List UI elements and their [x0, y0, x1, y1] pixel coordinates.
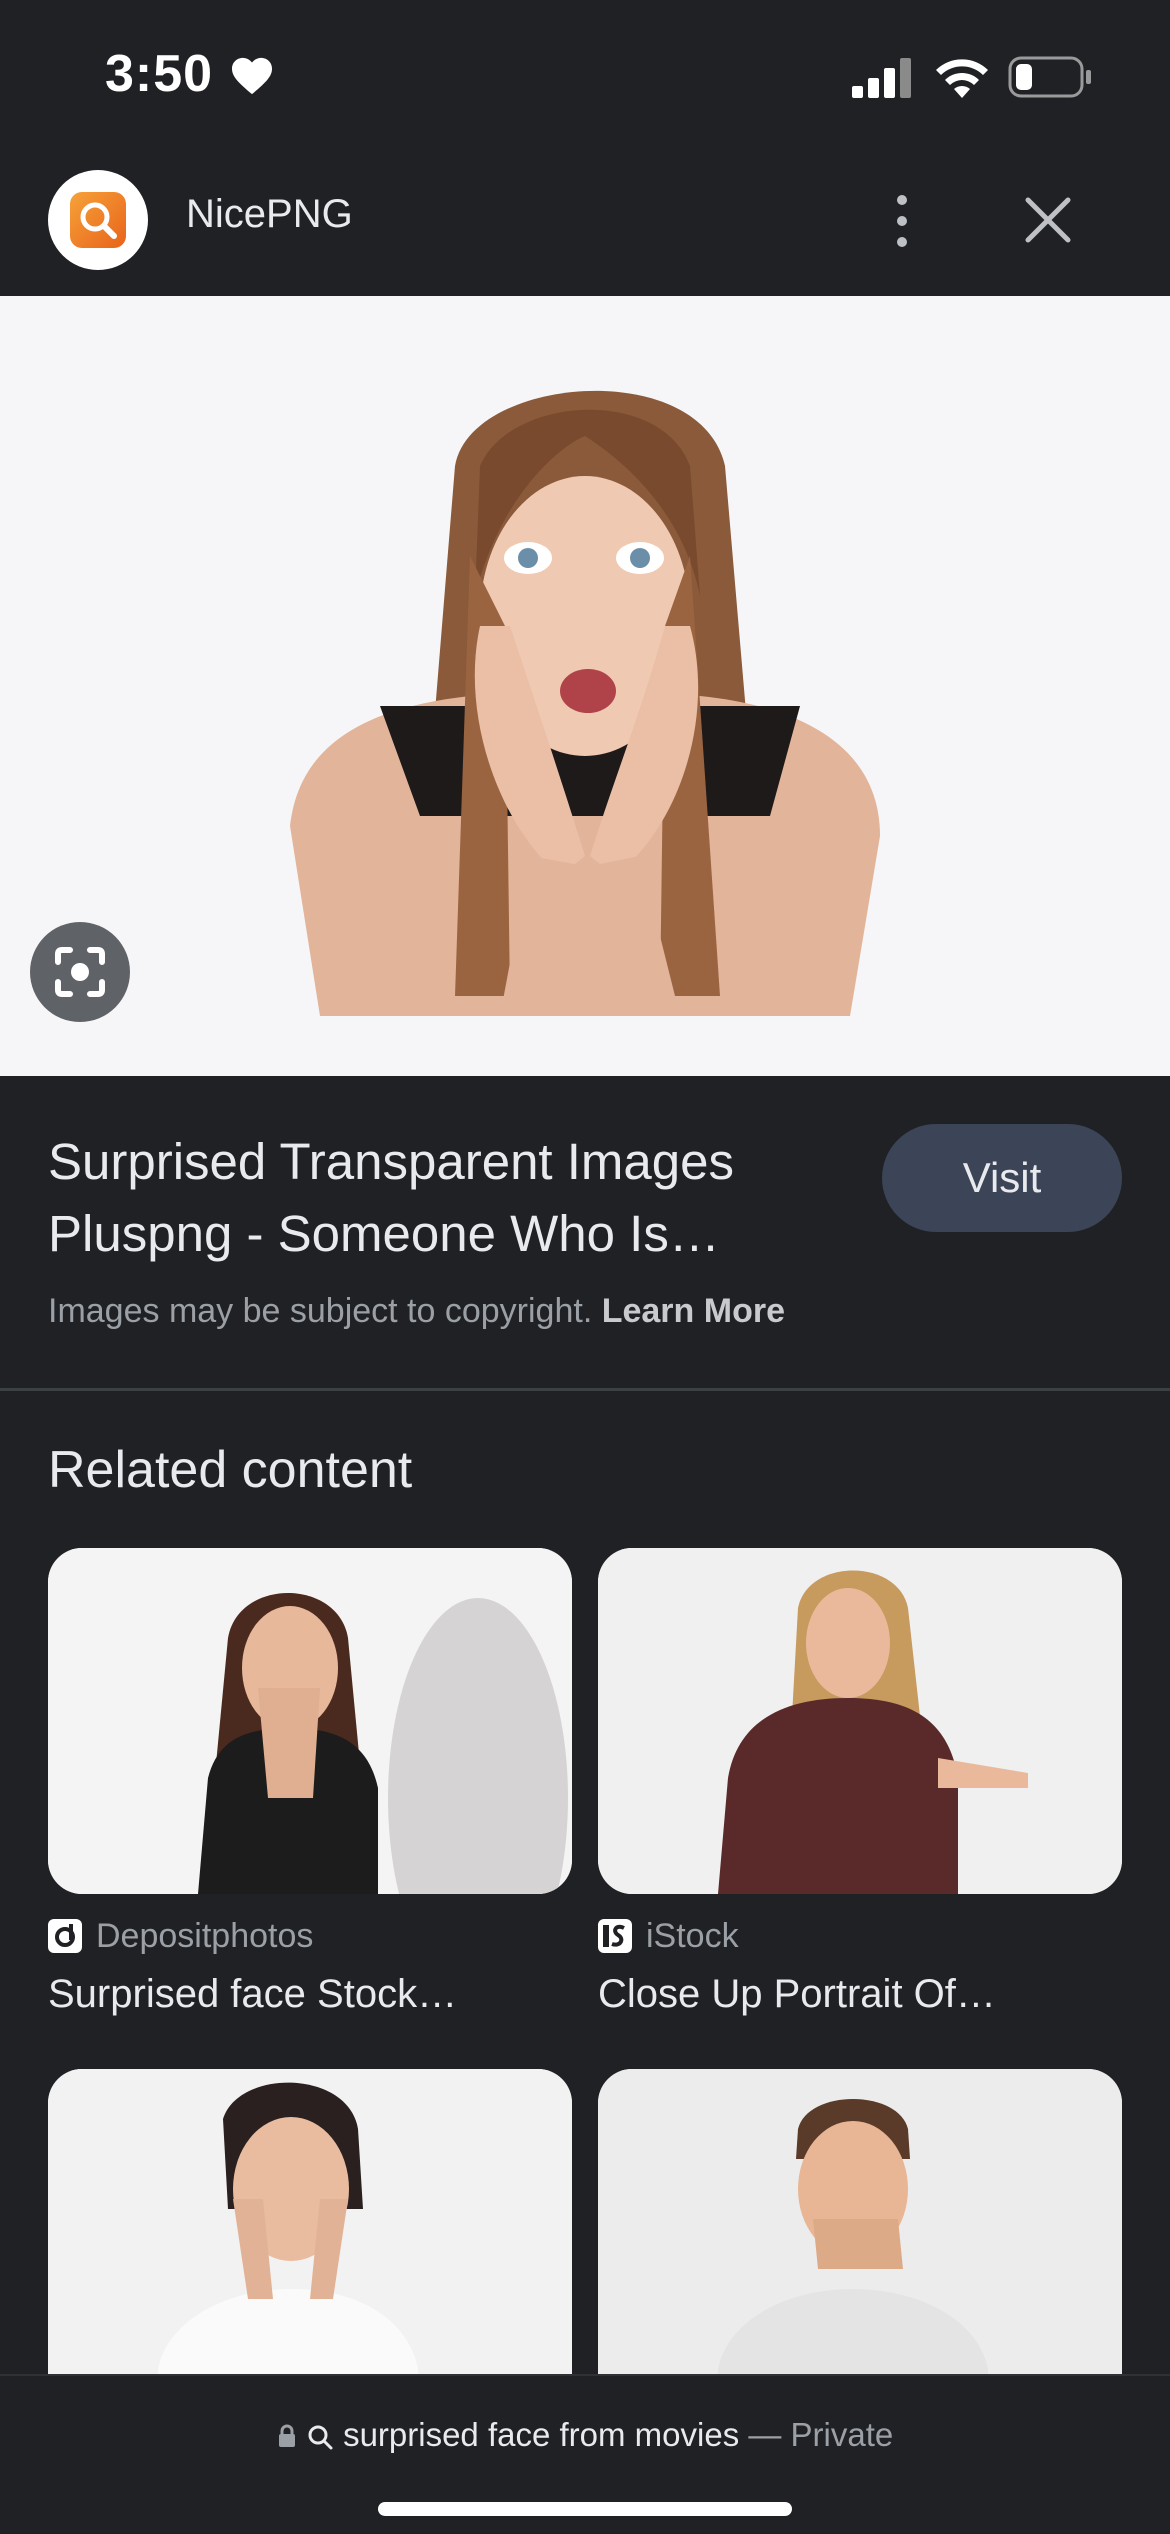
- status-time: 3:50: [105, 45, 214, 103]
- lens-icon: [55, 947, 105, 997]
- viewer-header: NicePNG: [0, 150, 1170, 296]
- related-thumbnail[interactable]: [48, 2069, 572, 2415]
- signal-icon: [852, 58, 911, 98]
- related-card[interactable]: [598, 2069, 1122, 2415]
- visit-button[interactable]: Visit: [882, 1124, 1122, 1232]
- related-source-name: Depositphotos: [96, 1916, 314, 1955]
- copyright-text: Images may be subject to copyright.: [48, 1292, 593, 1330]
- related-source-name: iStock: [646, 1916, 739, 1955]
- woman-shocked-image: [48, 2069, 572, 2415]
- section-divider: [0, 1388, 1170, 1391]
- learn-more-link[interactable]: Learn More: [602, 1292, 785, 1330]
- depositphotos-icon: [48, 1919, 82, 1953]
- copyright-notice: Images may be subject to copyright. Lear…: [48, 1292, 785, 1331]
- private-mode-label: Private: [790, 2416, 894, 2453]
- related-caption[interactable]: Surprised face Stock…: [48, 1972, 572, 2017]
- search-query: surprised face from movies: [343, 2416, 740, 2453]
- site-logo[interactable]: [48, 170, 148, 270]
- related-content-heading: Related content: [48, 1441, 413, 1499]
- status-bar: 3:50: [0, 0, 1170, 150]
- related-caption[interactable]: Close Up Portrait Of…: [598, 1972, 1122, 2017]
- result-info: Surprised Transparent Images Pluspng - S…: [0, 1076, 1170, 1388]
- home-indicator[interactable]: [378, 2502, 792, 2516]
- heart-icon: [232, 57, 272, 95]
- istock-icon: [598, 1919, 632, 1953]
- close-icon[interactable]: [1020, 192, 1076, 248]
- related-source: Depositphotos: [48, 1914, 572, 1958]
- related-card[interactable]: [48, 2069, 572, 2415]
- search-icon: [308, 2425, 333, 2450]
- preview-image[interactable]: [0, 296, 1170, 1076]
- lock-icon: [278, 2424, 295, 2447]
- more-options-icon[interactable]: [880, 192, 924, 250]
- related-thumbnail[interactable]: [598, 1548, 1122, 1894]
- related-card[interactable]: Depositphotos Surprised face Stock…: [48, 1548, 572, 2017]
- nicepng-logo-icon: [70, 192, 126, 248]
- woman-hands-on-mouth-image: [48, 1548, 572, 1894]
- site-name[interactable]: NicePNG: [186, 192, 353, 237]
- address-text[interactable]: surprised face from movies — Private: [0, 2416, 1170, 2454]
- related-source: iStock: [598, 1914, 1122, 1958]
- lens-search-button[interactable]: [30, 922, 130, 1022]
- woman-pointing-image: [598, 1548, 1122, 1894]
- wifi-icon: [936, 59, 988, 98]
- man-hand-on-mouth-image: [598, 2069, 1122, 2415]
- separator: —: [739, 2416, 791, 2453]
- related-thumbnail[interactable]: [598, 2069, 1122, 2415]
- related-thumbnail[interactable]: [48, 1548, 572, 1894]
- related-card[interactable]: iStock Close Up Portrait Of…: [598, 1548, 1122, 2017]
- result-title[interactable]: Surprised Transparent Images Pluspng - S…: [48, 1126, 828, 1270]
- battery-icon: [1008, 56, 1091, 98]
- bottom-url-bar[interactable]: surprised face from movies — Private: [0, 2374, 1170, 2534]
- surprised-woman-image: [0, 296, 1170, 1076]
